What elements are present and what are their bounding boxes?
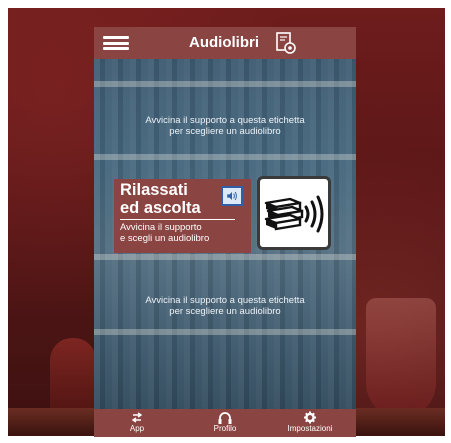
shelf-divider: [94, 81, 356, 87]
tab-label: Impostazioni: [287, 424, 333, 433]
headphones-icon: [218, 412, 232, 424]
header-bar: Audiolibri: [94, 27, 356, 59]
hint-line-2: per scegliere un audiolibro: [169, 306, 281, 317]
tab-profile[interactable]: Profilo: [185, 411, 265, 434]
bottom-nav: App Profilo Impostazioni: [94, 409, 356, 437]
speaker-icon[interactable]: [221, 186, 243, 206]
tab-settings[interactable]: Impostazioni: [270, 411, 350, 434]
card-description: Avvicina il supporto e scegli un audioli…: [120, 222, 210, 244]
page-title: Audiolibri: [189, 34, 259, 51]
card-title: Rilassati ed ascolta: [120, 181, 201, 217]
hint-line-1: Avvicina il supporto a questa etichetta: [145, 295, 305, 306]
shelf-divider: [94, 329, 356, 335]
hamburger-menu-icon[interactable]: [103, 36, 129, 50]
tab-label: App: [129, 424, 145, 433]
hint-line-1: Avvicina il supporto a questa etichetta: [145, 115, 305, 126]
nfc-hint-bottom: Avvicina il supporto a questa etichetta …: [104, 295, 346, 317]
nfc-tag[interactable]: [257, 176, 331, 250]
hint-line-2: per scegliere un audiolibro: [169, 126, 281, 137]
shelf-divider: [94, 254, 356, 260]
relax-card[interactable]: Rilassati ed ascolta Avvicina il support…: [114, 179, 251, 253]
gear-icon: [304, 411, 316, 424]
wine-glass-decoration: [366, 298, 436, 418]
bookshelf-area: Avvicina il supporto a questa etichetta …: [94, 59, 356, 409]
arrows-swap-icon: [131, 412, 143, 423]
tab-label: Profilo: [213, 424, 237, 433]
app-screen: Audiolibri Avvicina il supporto a questa…: [94, 27, 356, 437]
card-divider: [120, 219, 235, 220]
shelf-divider: [94, 154, 356, 160]
audiobook-settings-icon[interactable]: [275, 31, 297, 55]
tab-app[interactable]: App: [97, 411, 177, 434]
books-nfc-icon: [264, 195, 324, 233]
nfc-hint-top: Avvicina il supporto a questa etichetta …: [104, 115, 346, 137]
